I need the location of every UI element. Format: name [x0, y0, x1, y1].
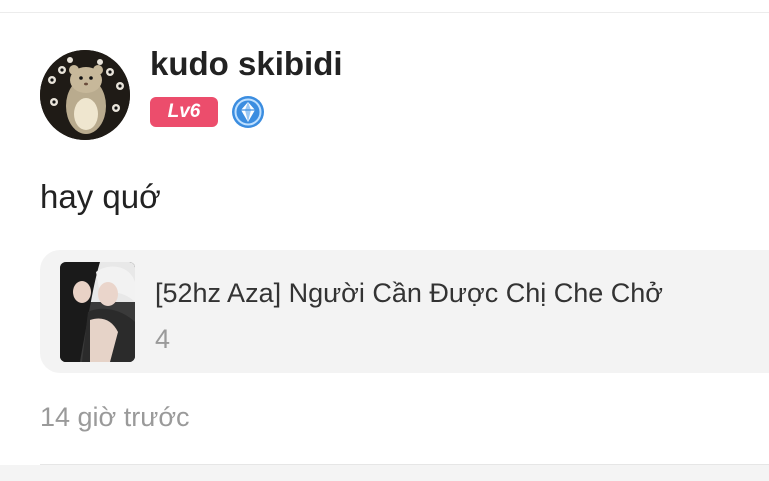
username[interactable]: kudo skibidi	[150, 44, 343, 84]
top-divider	[0, 12, 769, 13]
story-cover-image	[60, 262, 135, 362]
story-title: [52hz Aza] Người Cần Được Chị Che Chở	[155, 278, 663, 308]
comment-timestamp: 14 giờ trước	[40, 402, 190, 432]
hamster-avatar-icon	[40, 50, 130, 140]
section-separator	[0, 465, 769, 481]
story-card[interactable]: [52hz Aza] Người Cần Được Chị Che Chở 4	[40, 250, 769, 373]
story-count: 4	[155, 324, 171, 354]
comment-text: hay quớ	[40, 178, 161, 215]
level-badge: Lv6	[150, 97, 218, 127]
diamond-rank-badge-icon	[231, 95, 265, 129]
user-avatar[interactable]	[40, 50, 130, 140]
